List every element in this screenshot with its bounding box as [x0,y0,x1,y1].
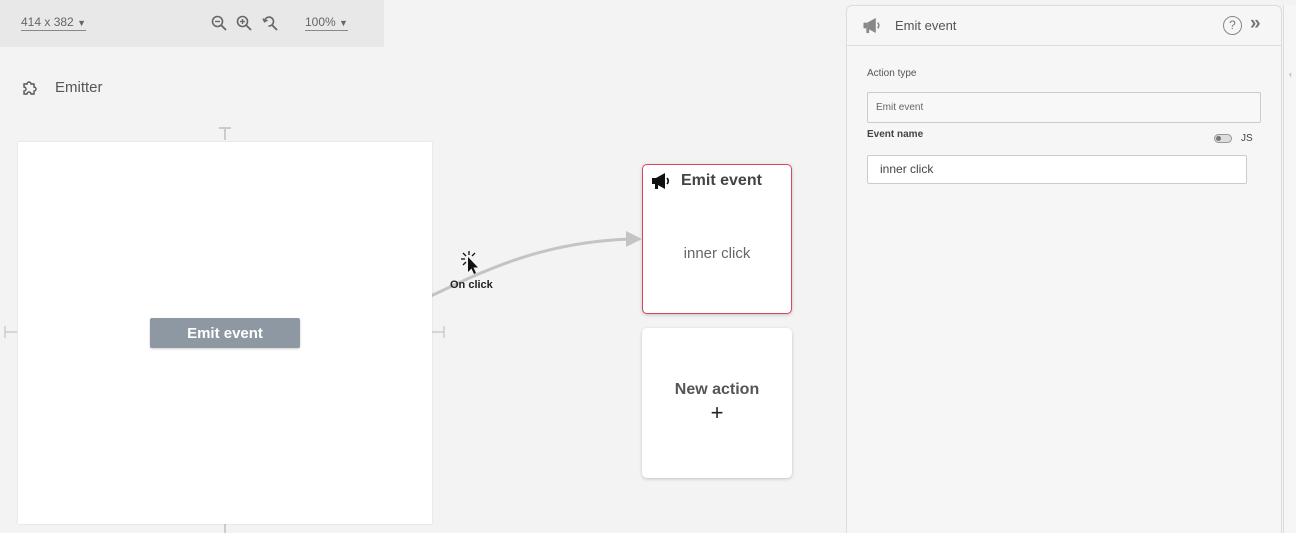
action-type-select[interactable]: Emit event [867,92,1261,123]
new-action-card[interactable]: New action + [642,328,792,478]
event-name-input[interactable]: inner click [867,155,1247,184]
action-card-title: Emit event [681,172,762,189]
action-card-header: Emit event [651,172,762,190]
trigger-label: On click [450,279,493,291]
right-sidebar-strip: ‹ [1283,5,1296,533]
js-toggle[interactable] [1214,134,1232,143]
new-action-label: New action [674,381,760,398]
action-type-label: Action type [867,68,917,79]
action-properties-panel: Emit event ? » Action type Emit event Ev… [846,5,1282,533]
cursor-click-icon [461,251,478,274]
megaphone-icon [652,173,670,189]
megaphone-icon [863,17,880,34]
emit-event-action-card[interactable]: Emit event inner click [642,164,792,314]
action-card-value: inner click [683,245,751,262]
connection-arrowhead [626,231,642,247]
panel-header: Emit event ? » [847,6,1281,46]
help-icon[interactable]: ? [1223,16,1242,35]
chevron-left-icon[interactable]: ‹ [1289,69,1292,79]
panel-title: Emit event [895,18,957,33]
plus-icon: + [710,400,724,425]
emit-event-button[interactable]: Emit event [150,318,300,348]
event-name-label: Event name [867,129,924,140]
collapse-panel-icon[interactable]: » [1250,13,1260,35]
js-toggle-label: JS [1241,133,1253,144]
